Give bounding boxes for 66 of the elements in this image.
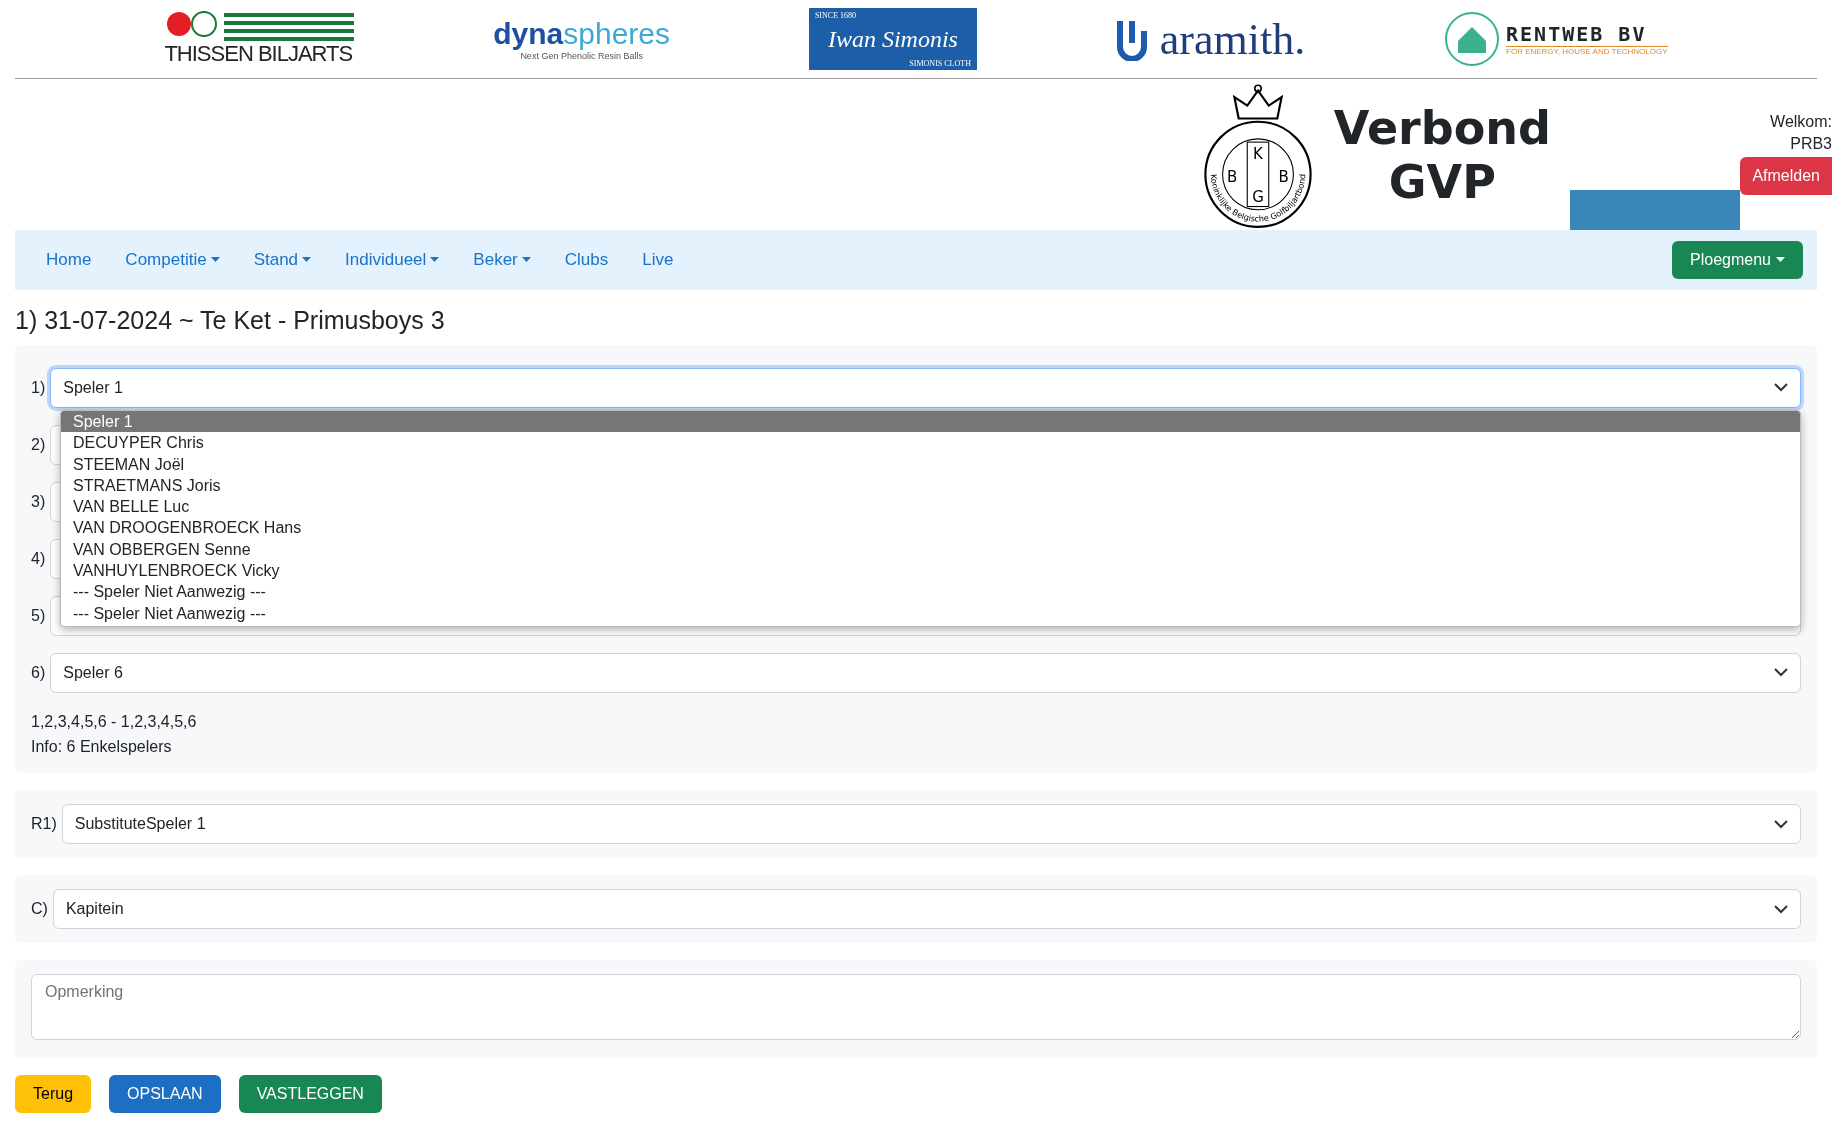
nav-link[interactable]: Home <box>29 242 109 278</box>
position-label: C) <box>31 900 48 918</box>
logo-text: aramith. <box>1159 13 1306 65</box>
action-button[interactable]: VASTLEGGEN <box>238 1075 382 1113</box>
nav-link[interactable]: Competitie <box>108 242 237 278</box>
nav-link[interactable]: Clubs <box>547 242 626 278</box>
caret-icon <box>1776 257 1785 263</box>
sponsor-logo[interactable]: RENTWEB BV FOR ENERGY, HOUSE AND TECHNOLOGY <box>1444 11 1668 67</box>
player-select[interactable]: Speler 6 <box>50 652 1801 693</box>
chevron-down-icon <box>1774 819 1788 829</box>
dropdown-option[interactable]: VANHUYLENBROECK Vicky <box>61 560 1800 582</box>
user-name: PRB3 <box>1790 135 1832 153</box>
caret-icon <box>302 257 312 263</box>
action-button[interactable]: OPSLAAN <box>109 1075 221 1113</box>
logout-button[interactable]: Afmelden <box>1740 157 1832 195</box>
captain-select[interactable]: Kapitein <box>52 889 1801 929</box>
caret-icon <box>521 257 531 263</box>
logo-tagline: SIMONIS CLOTH <box>909 59 971 68</box>
position-label: 6) <box>31 663 46 682</box>
logo-text: THISSEN BILJARTS <box>164 41 354 67</box>
position-label: 4) <box>31 549 46 568</box>
nav-link[interactable]: Beker <box>456 242 548 278</box>
house-circle-icon <box>1444 11 1500 67</box>
chevron-down-icon <box>1774 383 1788 392</box>
caret-icon <box>210 257 220 263</box>
dropdown-option[interactable]: VAN BELLE Luc <box>61 496 1800 518</box>
remark-field[interactable]: Opmerking <box>31 974 1801 1040</box>
position-label: R1) <box>31 815 57 833</box>
position-label: 3) <box>31 492 46 511</box>
chevron-down-icon <box>1774 904 1788 914</box>
nav-link[interactable]: Stand <box>236 242 329 278</box>
position-label: 2) <box>31 435 46 454</box>
dropdown-option[interactable]: VAN OBBERGEN Senne <box>61 538 1800 561</box>
logo-text: SINCE 1680 <box>814 11 857 20</box>
logo-text: dynaspheres <box>493 17 671 51</box>
dropdown-option[interactable]: Speler 1 <box>61 411 1800 433</box>
dropdown-option[interactable]: --- Speler Niet Aanwezig --- <box>61 581 1800 603</box>
logo-tagline: FOR ENERGY, HOUSE AND TECHNOLOGY <box>1506 46 1668 56</box>
sponsor-logo[interactable]: dynaspheres Next Gen Phenolic Resin Balls <box>493 17 671 61</box>
dropdown-option[interactable]: VAN DROOGENBROECK Hans <box>61 517 1800 539</box>
dropdown-option[interactable]: STEEMAN Joël <box>61 453 1800 475</box>
page-title: 1) 31-07-2024 ~ Te Ket - Primusboys 3 <box>15 306 446 335</box>
logo-tagline: Next Gen Phenolic Resin Balls <box>520 51 643 61</box>
dropdown-option[interactable]: --- Speler Niet Aanwezig --- <box>61 602 1800 624</box>
order-text: 1,2,3,4,5,6 - 1,2,3,4,5,6 <box>31 712 198 732</box>
substitute-select[interactable]: SubstituteSpeler 1 <box>61 804 1801 844</box>
nav-link[interactable]: Live <box>625 242 691 278</box>
banner-title: Verbond GVP <box>1332 100 1552 209</box>
dropdown-option[interactable]: DECUYPER Chris <box>61 432 1800 454</box>
action-button[interactable]: Terug <box>15 1075 92 1113</box>
chevron-down-icon <box>1774 668 1788 677</box>
position-label: 1) <box>31 378 46 397</box>
info-text: Info: 6 Enkelspelers <box>31 737 173 757</box>
caret-icon <box>430 257 440 263</box>
position-label: 5) <box>31 606 46 625</box>
balls-stripes-icon <box>164 11 355 41</box>
logo-script: Iwan Simonis <box>827 26 958 53</box>
nav-link[interactable]: Individueel <box>328 242 457 278</box>
sponsor-logo[interactable]: THISSEN BILJARTS <box>164 11 355 67</box>
team-menu-button[interactable]: Ploegmenu <box>1672 241 1803 279</box>
player-select[interactable]: Speler 1 <box>50 367 1801 408</box>
sponsor-logo[interactable]: SINCE 1680 Iwan Simonis SIMONIS CLOTH <box>808 8 977 70</box>
dropdown-option[interactable]: STRAETMANS Joris <box>61 474 1800 497</box>
logo-text: RENTWEB BV <box>1506 22 1648 46</box>
sponsor-logo[interactable]: aramith. <box>1115 13 1306 65</box>
welcome-text: Welkom: <box>1770 113 1832 131</box>
